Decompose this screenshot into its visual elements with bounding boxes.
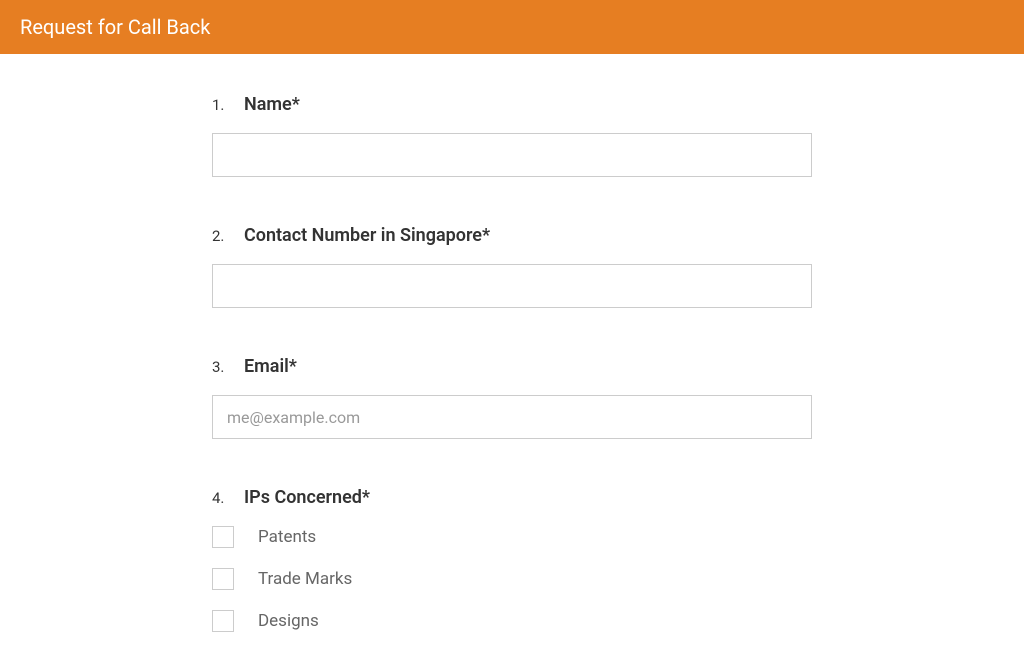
question-row: 3. Email*: [212, 356, 812, 377]
question-number: 3.: [212, 358, 226, 376]
checkbox-trademarks[interactable]: [212, 568, 234, 590]
checkbox-label: Designs: [258, 611, 319, 631]
question-label-contact: Contact Number in Singapore*: [244, 225, 490, 246]
checkbox-list: Patents Trade Marks Designs: [212, 526, 812, 632]
page-header: Request for Call Back: [0, 0, 1024, 54]
email-input[interactable]: [212, 395, 812, 439]
question-label-ips: IPs Concerned*: [244, 487, 370, 508]
question-row: 1. Name*: [212, 94, 812, 115]
checkbox-row-designs[interactable]: Designs: [212, 610, 812, 632]
contact-number-input[interactable]: [212, 264, 812, 308]
question-label-email: Email*: [244, 356, 297, 377]
form-group-email: 3. Email*: [212, 356, 812, 439]
question-label-name: Name*: [244, 94, 300, 115]
checkbox-row-patents[interactable]: Patents: [212, 526, 812, 548]
question-number: 1.: [212, 96, 226, 114]
form-group-contact: 2. Contact Number in Singapore*: [212, 225, 812, 308]
name-input[interactable]: [212, 133, 812, 177]
question-number: 4.: [212, 489, 226, 507]
checkbox-label: Trade Marks: [258, 569, 352, 589]
form-container: 1. Name* 2. Contact Number in Singapore*…: [212, 54, 812, 672]
checkbox-label: Patents: [258, 527, 316, 547]
question-row: 4. IPs Concerned*: [212, 487, 812, 508]
question-number: 2.: [212, 227, 226, 245]
checkbox-row-trademarks[interactable]: Trade Marks: [212, 568, 812, 590]
checkbox-designs[interactable]: [212, 610, 234, 632]
checkbox-patents[interactable]: [212, 526, 234, 548]
form-group-ips: 4. IPs Concerned* Patents Trade Marks De…: [212, 487, 812, 632]
question-row: 2. Contact Number in Singapore*: [212, 225, 812, 246]
form-group-name: 1. Name*: [212, 94, 812, 177]
page-title: Request for Call Back: [20, 15, 1004, 39]
